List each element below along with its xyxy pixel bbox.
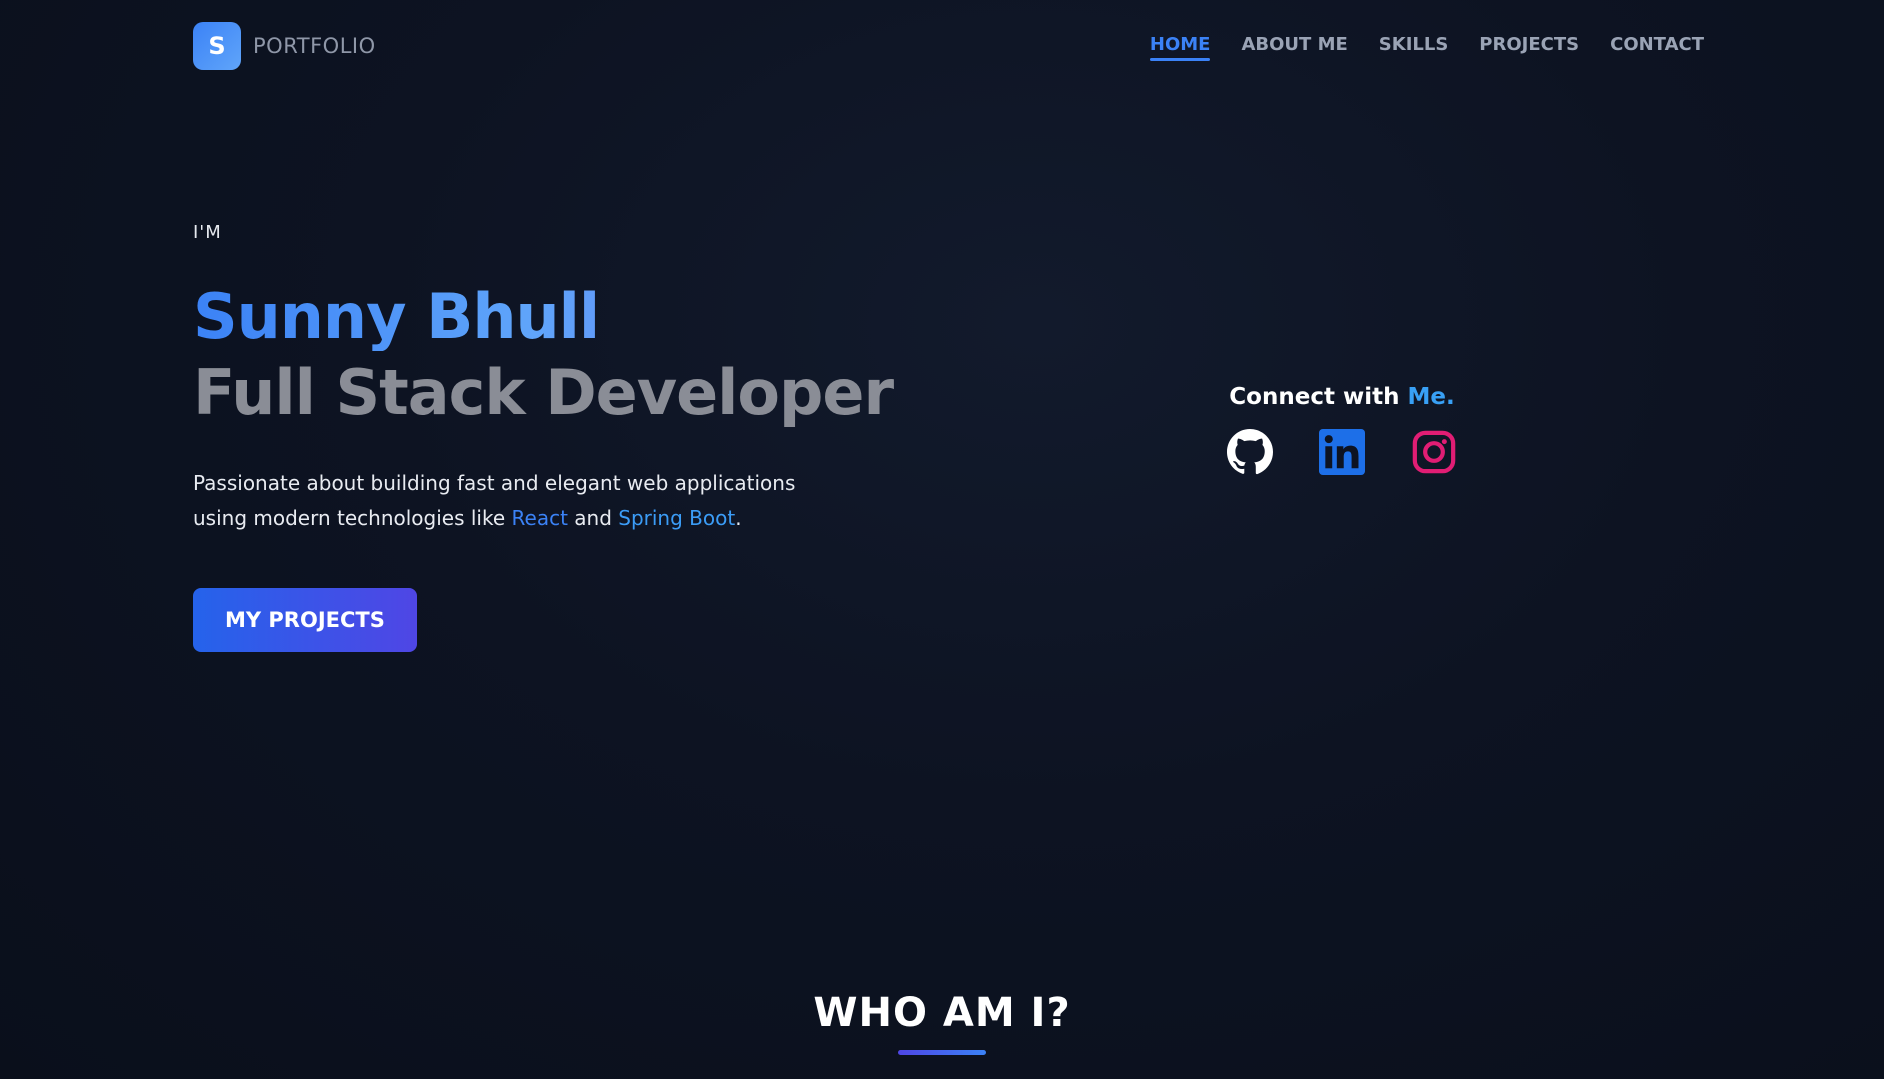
nav-contact[interactable]: CONTACT [1610, 34, 1704, 61]
brand-logo[interactable]: S PORTFOLIO [193, 22, 376, 70]
tech-spring-boot: Spring Boot [618, 506, 736, 531]
site-header: S PORTFOLIO HOME ABOUT ME SKILLS PROJECT… [0, 0, 1884, 92]
main-nav: HOME ABOUT ME SKILLS PROJECTS CONTACT [1149, 34, 1704, 61]
social-links [1200, 426, 1484, 478]
connect-title: Connect with Me. [1200, 384, 1484, 410]
hero-description: Passionate about building fast and elega… [193, 466, 833, 536]
logo-badge: S [193, 22, 241, 70]
hero-name: Sunny Bhull [193, 282, 953, 351]
who-am-i-title: WHO AM I? [813, 990, 1071, 1036]
linkedin-link[interactable] [1318, 426, 1366, 478]
nav-skills[interactable]: SKILLS [1379, 34, 1449, 61]
connect-section: Connect with Me. [1200, 384, 1484, 478]
github-link[interactable] [1226, 426, 1274, 478]
instagram-link[interactable] [1410, 426, 1458, 478]
hero-intro: I'M [193, 222, 222, 243]
who-am-i-section: WHO AM I? [0, 990, 1884, 1055]
github-icon [1227, 429, 1273, 475]
tech-react: React [511, 506, 568, 531]
title-underline [898, 1050, 986, 1055]
logo-text: PORTFOLIO [253, 34, 376, 58]
my-projects-button[interactable]: MY PROJECTS [193, 588, 417, 653]
hero-role: Full Stack Developer [193, 356, 894, 430]
desc-and: and [567, 506, 619, 531]
instagram-icon [1412, 430, 1456, 474]
linkedin-icon [1319, 429, 1365, 475]
nav-projects[interactable]: PROJECTS [1479, 34, 1579, 61]
nav-home[interactable]: HOME [1149, 34, 1210, 61]
connect-accent: Me. [1407, 384, 1455, 410]
connect-prefix: Connect with [1229, 384, 1408, 410]
desc-end: . [735, 506, 742, 531]
hero-section: I'M Sunny Bhull Full Stack Developer Pas… [193, 222, 953, 653]
nav-about-me[interactable]: ABOUT ME [1241, 34, 1347, 61]
